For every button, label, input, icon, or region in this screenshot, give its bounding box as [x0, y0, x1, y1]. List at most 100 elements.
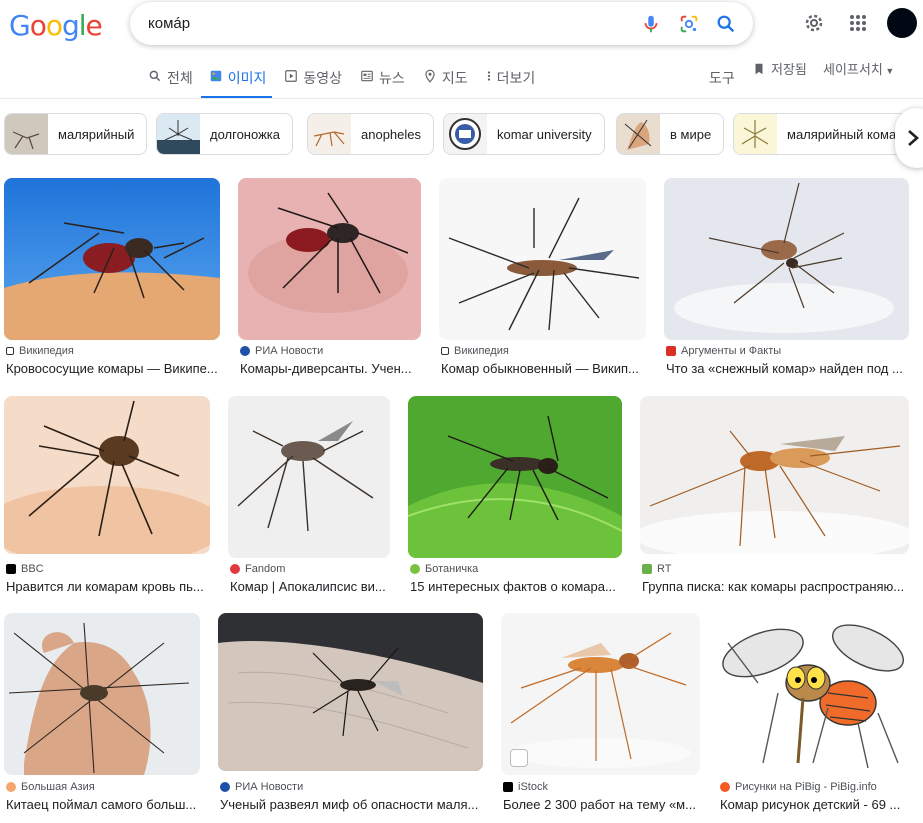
result-image[interactable] — [664, 178, 909, 340]
result-title[interactable]: Комар рисунок детский - 69 ... — [720, 797, 907, 812]
tab-news[interactable]: 뉴스 — [358, 66, 411, 99]
saved-button[interactable]: 저장됨 — [752, 59, 807, 78]
fandom-favicon — [230, 564, 240, 574]
result-card[interactable]: iStock Более 2 300 работ на тему «м... — [501, 613, 700, 818]
result-card[interactable]: RT Группа писка: как комары распространя… — [640, 396, 909, 596]
news-icon — [361, 70, 373, 82]
wikipedia-favicon — [441, 347, 449, 355]
safesearch-dropdown[interactable]: 세이프서치 ▼ — [823, 59, 894, 78]
asia-favicon — [6, 782, 16, 792]
bookmark-icon — [755, 63, 763, 74]
chip-in-world[interactable]: в мире — [616, 113, 725, 155]
google-logo[interactable]: Google — [9, 9, 103, 42]
source-name: РИА Новости — [255, 345, 324, 357]
result-image[interactable] — [4, 396, 210, 554]
source-name: Fandom — [245, 563, 286, 575]
result-title[interactable]: Нравится ли комарам кровь пь... — [6, 579, 208, 594]
ria-favicon — [240, 346, 250, 356]
search-icon[interactable] — [715, 13, 737, 35]
more-vert-icon — [487, 71, 490, 81]
chip-thumbnail — [617, 114, 660, 154]
chip-label: долгоножка — [210, 126, 280, 142]
safesearch-label: 세이프서치 — [823, 62, 883, 77]
result-card[interactable]: РИА Новости Комары-диверсанты. Учен... — [238, 178, 421, 378]
tab-label: 더보기 — [496, 70, 536, 86]
search-input[interactable]: комáр — [148, 15, 190, 32]
result-title[interactable]: Китаец поймал самого больш... — [6, 797, 198, 812]
search-box[interactable]: комáр — [130, 2, 753, 45]
caret-down-icon: ▼ — [882, 66, 895, 76]
source-name: iStock — [518, 781, 548, 793]
result-card[interactable]: РИА Новости Ученый развеял миф об опасно… — [218, 613, 483, 818]
source-name: Аргументы и Факты — [681, 345, 782, 357]
source-name: Википедия — [454, 345, 509, 357]
tools-button[interactable]: 도구 — [709, 68, 735, 88]
aif-favicon — [666, 346, 676, 356]
mosquito-cartoon — [718, 613, 909, 775]
mosquito-photo — [238, 178, 421, 340]
chip-komar-university[interactable]: komar university — [443, 113, 605, 155]
header-divider — [0, 98, 923, 99]
result-title[interactable]: Более 2 300 работ на тему «м... — [503, 797, 698, 812]
tab-label: 전체 — [167, 70, 193, 86]
mosquito-photo — [408, 396, 622, 558]
result-title[interactable]: 15 интересных фактов о комара... — [410, 579, 620, 594]
result-card[interactable]: Википедия Комар обыкновенный — Викип... — [439, 178, 646, 378]
chip-malaria[interactable]: малярийный — [4, 113, 148, 155]
ria-favicon — [220, 782, 230, 792]
result-source: Википедия — [441, 345, 509, 357]
result-image[interactable] — [228, 396, 390, 558]
chip-cranefly[interactable]: долгоножка — [156, 113, 293, 155]
istock-favicon — [503, 782, 513, 792]
tab-images[interactable]: 이미지 — [200, 66, 273, 99]
result-title[interactable]: Комар обыкновенный — Викип... — [441, 361, 644, 376]
result-image[interactable] — [218, 613, 483, 771]
chips-next-button[interactable] — [895, 108, 923, 168]
account-avatar[interactable] — [887, 8, 917, 38]
chip-label: в мире — [670, 126, 712, 142]
result-title[interactable]: Ученый развеял миф об опасности маля... — [220, 797, 481, 812]
result-title[interactable]: Комары-диверсанты. Учен... — [240, 361, 419, 376]
result-source: iStock — [503, 781, 548, 793]
source-name: BBC — [21, 563, 44, 575]
result-image[interactable] — [439, 178, 646, 340]
lens-icon[interactable] — [678, 13, 700, 35]
source-name: RT — [657, 563, 672, 575]
source-name: Википедия — [19, 345, 74, 357]
result-title[interactable]: Группа писка: как комары распространяю..… — [642, 579, 907, 594]
result-title[interactable]: Кровососущие комары — Википе... — [6, 361, 218, 376]
result-source: RT — [642, 563, 671, 575]
result-image[interactable] — [408, 396, 622, 558]
chip-anopheles[interactable]: anopheles — [307, 113, 434, 155]
result-image[interactable] — [640, 396, 909, 554]
tab-videos[interactable]: 동영상 — [282, 66, 348, 99]
result-image[interactable] — [238, 178, 421, 340]
result-card[interactable]: BBC Нравится ли комарам кровь пь... — [4, 396, 210, 596]
search-icon — [149, 70, 161, 82]
result-card[interactable]: Рисунки на PiBig - PiBig.info Комар рису… — [718, 613, 909, 818]
chip-label: komar university — [497, 126, 592, 142]
result-card[interactable]: Большая Азия Китаец поймал самого больш.… — [4, 613, 200, 818]
source-name: РИА Новости — [235, 781, 304, 793]
tab-maps[interactable]: 지도 — [421, 66, 474, 99]
result-card[interactable]: Википедия Кровососущие комары — Википе..… — [4, 178, 220, 378]
result-title[interactable]: Комар | Апокалипсис ви... — [230, 579, 388, 594]
result-card[interactable]: Ботаничка 15 интересных фактов о комара.… — [408, 396, 622, 596]
result-card[interactable]: Fandom Комар | Апокалипсис ви... — [228, 396, 390, 596]
mosquito-photo — [664, 178, 909, 340]
settings-gear-icon[interactable] — [802, 11, 826, 35]
result-image[interactable] — [4, 178, 220, 340]
result-title[interactable]: Что за «снежный комар» найден под ... — [666, 361, 907, 376]
tab-all[interactable]: 전체 — [146, 66, 199, 99]
tab-label: 지도 — [441, 70, 468, 86]
result-card[interactable]: Аргументы и Факты Что за «снежный комар»… — [664, 178, 909, 378]
apps-grid-icon[interactable] — [846, 11, 870, 35]
result-image[interactable] — [718, 613, 909, 775]
microphone-icon[interactable] — [640, 13, 662, 35]
result-image[interactable] — [501, 613, 700, 775]
tab-label: 이미지 — [227, 70, 267, 86]
chip-thumbnail — [308, 114, 351, 154]
tab-more[interactable]: 더보기 — [484, 66, 542, 99]
map-pin-icon — [425, 69, 435, 83]
result-image[interactable] — [4, 613, 200, 775]
